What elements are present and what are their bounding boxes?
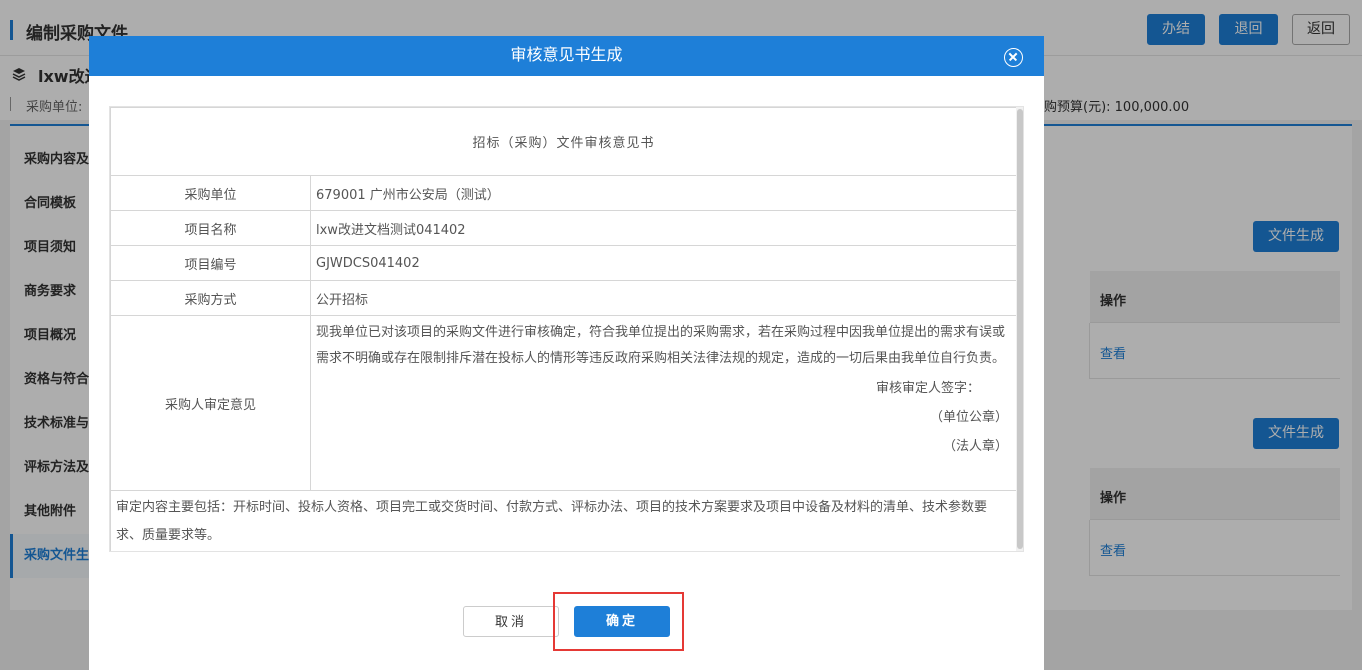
- table-row: 采购人审定意见 现我单位已对该项目的采购文件进行审核确定，符合我单位提出的采购需…: [110, 315, 1017, 491]
- project-name-value: lxw改进文档测试041402: [310, 210, 1017, 246]
- review-opinion-modal: 审核意见书生成 招标（采购）文件审核意见书 采购单位 679001 广州市公安局…: [89, 36, 1044, 670]
- table-row: 项目编号 GJWDCS041402: [110, 245, 1017, 281]
- legal-seal-line: （法人章）: [942, 439, 1008, 454]
- project-name-label: 项目名称: [110, 210, 311, 246]
- table-row: 采购方式 公开招标: [110, 280, 1017, 316]
- procurement-method-value: 公开招标: [310, 280, 1017, 316]
- project-number-value: GJWDCS041402: [310, 245, 1017, 281]
- cancel-button[interactable]: 取消: [463, 606, 559, 637]
- modal-title: 审核意见书生成: [510, 45, 623, 64]
- document-preview: 招标（采购）文件审核意见书 采购单位 679001 广州市公安局（测试） 项目名…: [109, 106, 1024, 552]
- purchasing-unit-label: 采购单位: [110, 175, 311, 211]
- project-number-label: 项目编号: [110, 245, 311, 281]
- purchasing-unit-value: 679001 广州市公安局（测试）: [310, 175, 1017, 211]
- table-row: 项目名称 lxw改进文档测试041402: [110, 210, 1017, 246]
- table-row: 采购单位 679001 广州市公安局（测试）: [110, 175, 1017, 211]
- modal-header: 审核意见书生成: [89, 36, 1044, 76]
- procurement-method-label: 采购方式: [110, 280, 311, 316]
- review-scope-text: 审定内容主要包括：开标时间、投标人资格、项目完工或交货时间、付款方式、评标办法、…: [110, 490, 1017, 551]
- opinion-label: 采购人审定意见: [110, 315, 311, 491]
- review-opinion-table: 招标（采购）文件审核意见书 采购单位 679001 广州市公安局（测试） 项目名…: [110, 107, 1017, 551]
- document-title: 招标（采购）文件审核意见书: [110, 107, 1017, 176]
- vertical-scrollbar[interactable]: [1016, 107, 1023, 551]
- scrollbar-thumb[interactable]: [1017, 109, 1023, 549]
- table-row: 审定内容主要包括：开标时间、投标人资格、项目完工或交货时间、付款方式、评标办法、…: [110, 490, 1017, 551]
- opinion-cell: 现我单位已对该项目的采购文件进行审核确定，符合我单位提出的采购需求，若在采购过程…: [310, 315, 1017, 491]
- close-icon[interactable]: [1004, 48, 1023, 67]
- confirm-highlight-box: [553, 592, 684, 651]
- signature-line: 审核审定人签字：: [875, 381, 980, 396]
- unit-seal-line: （单位公章）: [929, 410, 1008, 425]
- opinion-text: 现我单位已对该项目的采购文件进行审核确定，符合我单位提出的采购需求，若在采购过程…: [316, 325, 1006, 366]
